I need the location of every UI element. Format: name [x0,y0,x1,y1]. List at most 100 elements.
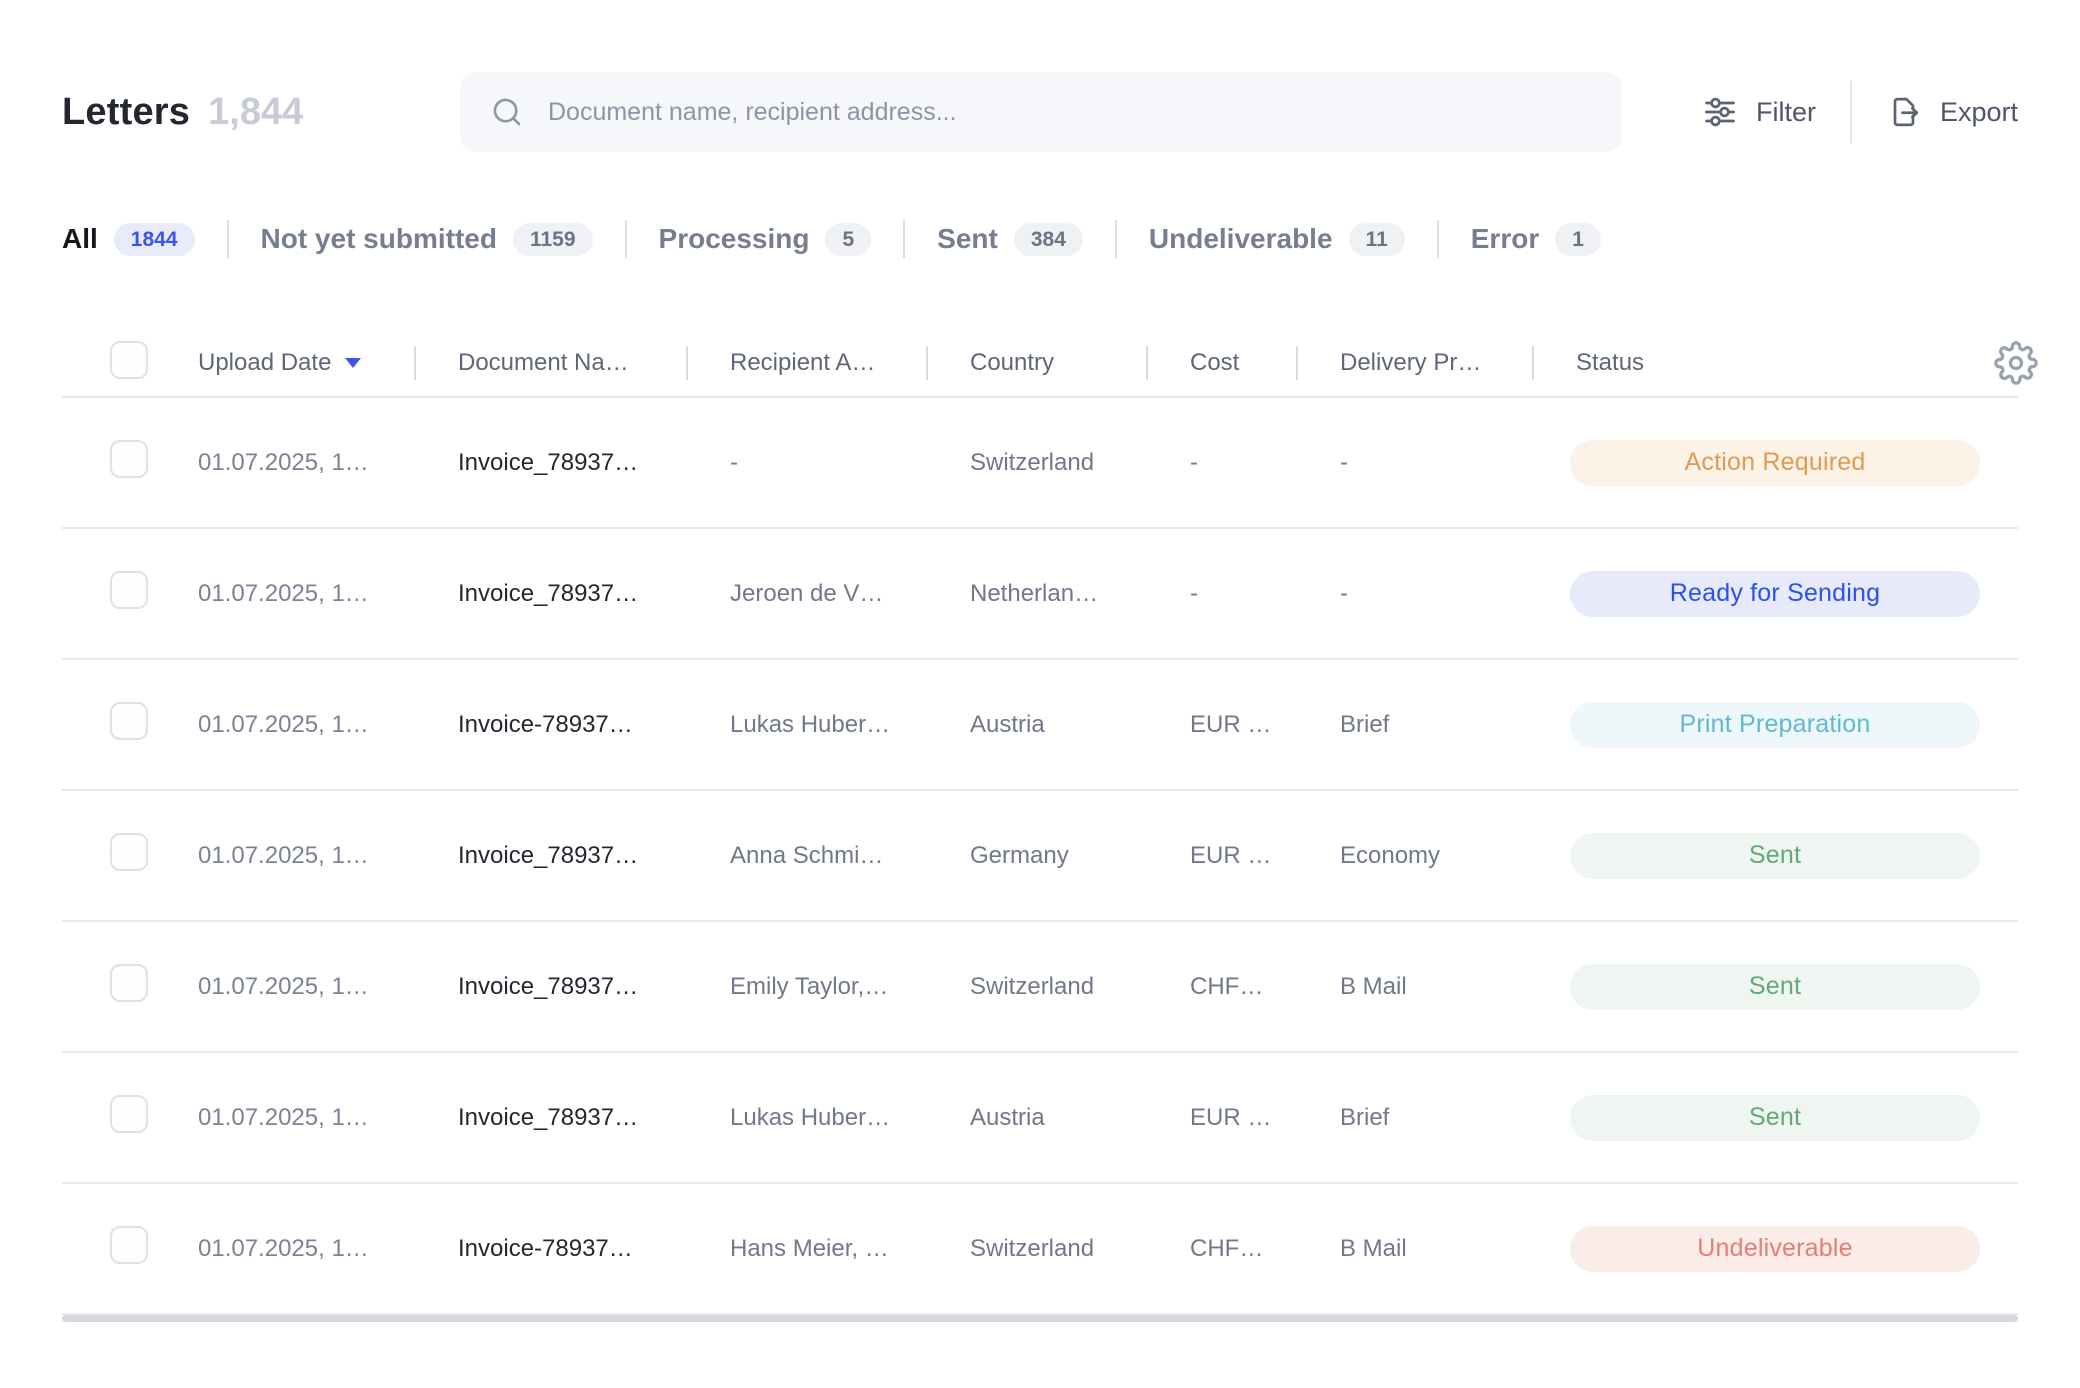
row-checkbox[interactable] [110,964,148,1002]
row-checkbox[interactable] [110,833,148,871]
cost-cell: CHF… [1146,973,1296,1001]
table-row[interactable]: 01.07.2025, 1… Invoice_78937… Anna Schmi… [62,791,2018,922]
column-document-name: Document Na… [414,349,686,377]
status-badge: Sent [1570,964,1980,1010]
actions-divider [1850,81,1852,143]
column-recipient-address: Recipient A… [686,349,926,377]
upload-date-cell: 01.07.2025, 1… [198,711,414,739]
tab-count-badge: 11 [1349,223,1405,256]
status-badge: Sent [1570,833,1980,879]
cost-cell: EUR … [1146,842,1296,870]
topbar: Letters 1,844 Filter [62,72,2018,152]
country-cell: Austria [926,1104,1146,1132]
row-checkbox-cell [62,1226,198,1271]
recipient-cell: Jeroen de V… [686,580,926,608]
document-name-cell: Invoice-78937… [414,711,686,739]
row-checkbox[interactable] [110,571,148,609]
tab-sent[interactable]: Sent 384 [937,223,1083,256]
column-label: Upload Date [198,349,331,377]
table-row[interactable]: 01.07.2025, 1… Invoice_78937… Lukas Hube… [62,1053,2018,1184]
tab-all[interactable]: All 1844 [62,223,195,256]
search-input[interactable] [546,97,1592,128]
search-bar[interactable] [460,72,1622,152]
table-settings-button[interactable] [1994,341,2038,385]
tab-label: Error [1471,223,1539,255]
filter-label: Filter [1756,97,1816,128]
filter-icon [1702,94,1738,130]
tab-undeliverable[interactable]: Undeliverable 11 [1149,223,1405,256]
column-delivery-product: Delivery Pr… [1296,349,1532,377]
tab-count-badge: 5 [825,223,871,256]
upload-date-cell: 01.07.2025, 1… [198,580,414,608]
tab-processing[interactable]: Processing 5 [659,223,872,256]
tab-separator [903,220,905,258]
row-checkbox-cell [62,1095,198,1140]
table-header: Upload Date Document Na… Recipient A… Co… [62,330,2018,398]
document-name-cell: Invoice_78937… [414,580,686,608]
row-checkbox[interactable] [110,1226,148,1264]
recipient-cell: Lukas Huber… [686,1104,926,1132]
status-badge: Sent [1570,1095,1980,1141]
export-icon [1886,94,1922,130]
header-checkbox-cell [62,341,198,386]
document-name-cell: Invoice_78937… [414,449,686,477]
table-row[interactable]: 01.07.2025, 1… Invoice_78937… Emily Tayl… [62,922,2018,1053]
country-cell: Netherlan… [926,580,1146,608]
row-checkbox[interactable] [110,1095,148,1133]
letters-page: Letters 1,844 Filter [0,0,2080,1388]
table-row[interactable]: 01.07.2025, 1… Invoice-78937… Lukas Hube… [62,660,2018,791]
table-row[interactable]: 01.07.2025, 1… Invoice_78937… - Switzerl… [62,398,2018,529]
row-checkbox-cell [62,833,198,878]
delivery-product-cell: Economy [1296,842,1532,870]
tab-label: All [62,223,98,255]
export-button[interactable]: Export [1886,94,2018,130]
status-cell: Action Required [1532,440,2018,486]
delivery-product-cell: B Mail [1296,973,1532,1001]
header-actions: Filter Export [1702,81,2018,143]
sort-upload-date-button[interactable]: Upload Date [198,349,361,377]
column-country: Country [926,349,1146,377]
status-cell: Sent [1532,833,2018,879]
row-checkbox[interactable] [110,440,148,478]
country-cell: Germany [926,842,1146,870]
letters-table: Upload Date Document Na… Recipient A… Co… [62,330,2018,1322]
tab-error[interactable]: Error 1 [1471,223,1601,256]
cost-cell: EUR … [1146,1104,1296,1132]
column-cost: Cost [1146,349,1296,377]
document-name-cell: Invoice_78937… [414,973,686,1001]
tab-label: Not yet submitted [261,223,497,255]
horizontal-scrollbar[interactable] [62,1315,2018,1322]
status-badge: Ready for Sending [1570,571,1980,617]
delivery-product-cell: B Mail [1296,1235,1532,1263]
upload-date-cell: 01.07.2025, 1… [198,973,414,1001]
row-checkbox-cell [62,702,198,747]
document-name-cell: Invoice-78937… [414,1235,686,1263]
status-cell: Print Preparation [1532,702,2018,748]
tab-count-badge: 384 [1014,223,1083,256]
cost-cell: - [1146,580,1296,608]
filter-button[interactable]: Filter [1702,94,1816,130]
export-label: Export [1940,97,2018,128]
status-cell: Ready for Sending [1532,571,2018,617]
delivery-product-cell: - [1296,580,1532,608]
sort-desc-icon [345,358,361,368]
delivery-product-cell: Brief [1296,1104,1532,1132]
table-row[interactable]: 01.07.2025, 1… Invoice_78937… Jeroen de … [62,529,2018,660]
upload-date-cell: 01.07.2025, 1… [198,449,414,477]
country-cell: Switzerland [926,1235,1146,1263]
gear-icon [1994,341,2038,385]
row-checkbox[interactable] [110,702,148,740]
country-cell: Austria [926,711,1146,739]
recipient-cell: Anna Schmi… [686,842,926,870]
column-upload-date: Upload Date [198,349,414,377]
status-cell: Undeliverable [1532,1226,2018,1272]
upload-date-cell: 01.07.2025, 1… [198,1104,414,1132]
table-row[interactable]: 01.07.2025, 1… Invoice-78937… Hans Meier… [62,1184,2018,1315]
status-cell: Sent [1532,1095,2018,1141]
upload-date-cell: 01.07.2025, 1… [198,1235,414,1263]
select-all-checkbox[interactable] [110,341,148,379]
tab-not-yet-submitted[interactable]: Not yet submitted 1159 [261,223,593,256]
tab-count-badge: 1 [1555,223,1601,256]
status-cell: Sent [1532,964,2018,1010]
tab-label: Processing [659,223,810,255]
